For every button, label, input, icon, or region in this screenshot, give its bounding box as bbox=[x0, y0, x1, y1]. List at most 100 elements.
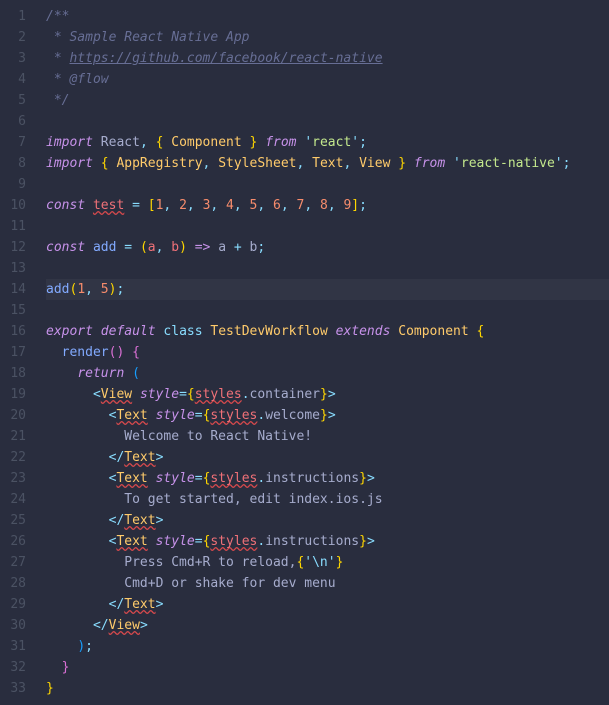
code-line[interactable] bbox=[46, 216, 609, 237]
code-token: > bbox=[367, 471, 375, 486]
code-token: style bbox=[140, 387, 179, 402]
code-token bbox=[148, 408, 156, 423]
code-token bbox=[187, 240, 195, 255]
code-line[interactable]: const add = (a, b) => a + b; bbox=[46, 237, 609, 258]
code-token: StyleSheet bbox=[218, 156, 296, 171]
code-token: Press Cmd+R to reload, bbox=[46, 555, 296, 570]
line-number: 7 bbox=[0, 132, 26, 153]
code-token: /** bbox=[46, 9, 69, 24]
code-token: </ bbox=[93, 618, 109, 633]
code-line[interactable]: <Text style={styles.welcome}> bbox=[46, 405, 609, 426]
code-token: 8 bbox=[320, 198, 328, 213]
code-token: } bbox=[320, 408, 328, 423]
code-area[interactable]: /** * Sample React Native App * https://… bbox=[34, 0, 609, 705]
line-number: 17 bbox=[0, 342, 26, 363]
code-line[interactable]: import React, { Component } from 'react'… bbox=[46, 132, 609, 153]
line-number: 9 bbox=[0, 174, 26, 195]
code-line[interactable]: </Text> bbox=[46, 447, 609, 468]
code-token: + bbox=[234, 240, 242, 255]
code-line[interactable]: export default class TestDevWorkflow ext… bbox=[46, 321, 609, 342]
code-token bbox=[46, 345, 62, 360]
code-token: add bbox=[46, 282, 69, 297]
code-token: ; bbox=[257, 240, 265, 255]
code-token bbox=[257, 135, 265, 150]
code-token: ) bbox=[179, 240, 187, 255]
code-token bbox=[171, 198, 179, 213]
code-token: </ bbox=[109, 597, 125, 612]
code-line[interactable]: <Text style={styles.instructions}> bbox=[46, 531, 609, 552]
code-token bbox=[132, 387, 140, 402]
code-line[interactable]: </Text> bbox=[46, 594, 609, 615]
code-line[interactable]: add(1, 5); bbox=[46, 279, 609, 300]
code-line[interactable]: } bbox=[46, 657, 609, 678]
line-number: 19 bbox=[0, 384, 26, 405]
code-line[interactable]: return ( bbox=[46, 363, 609, 384]
code-token: . bbox=[242, 387, 250, 402]
code-line[interactable]: Welcome to React Native! bbox=[46, 426, 609, 447]
code-token: from bbox=[265, 135, 296, 150]
code-line[interactable]: import { AppRegistry, StyleSheet, Text, … bbox=[46, 153, 609, 174]
code-line[interactable]: To get started, edit index.ios.js bbox=[46, 489, 609, 510]
code-token: const bbox=[46, 198, 85, 213]
code-token: { bbox=[101, 156, 109, 171]
code-line[interactable]: Cmd+D or shake for dev menu bbox=[46, 573, 609, 594]
code-token bbox=[226, 240, 234, 255]
code-token: ' bbox=[351, 135, 359, 150]
code-line[interactable] bbox=[46, 258, 609, 279]
code-line[interactable]: render() { bbox=[46, 342, 609, 363]
code-line[interactable]: <View style={styles.container}> bbox=[46, 384, 609, 405]
code-token: 4 bbox=[226, 198, 234, 213]
code-line[interactable]: Press Cmd+R to reload,{'\n'} bbox=[46, 552, 609, 573]
code-token: https://github.com/facebook/react-native bbox=[69, 51, 382, 66]
code-line[interactable]: const test = [1, 2, 3, 4, 5, 6, 7, 8, 9]… bbox=[46, 195, 609, 216]
code-token: ) bbox=[77, 639, 85, 654]
code-line[interactable]: */ bbox=[46, 90, 609, 111]
code-token bbox=[304, 156, 312, 171]
code-token: ' bbox=[555, 156, 563, 171]
code-line[interactable]: * Sample React Native App bbox=[46, 27, 609, 48]
code-token: */ bbox=[46, 93, 69, 108]
code-token: , bbox=[140, 135, 148, 150]
code-line[interactable] bbox=[46, 111, 609, 132]
code-token: class bbox=[163, 324, 202, 339]
code-token: . bbox=[257, 408, 265, 423]
code-token: return bbox=[77, 366, 124, 381]
code-token: styles bbox=[195, 387, 242, 402]
code-line[interactable]: * @flow bbox=[46, 69, 609, 90]
code-line[interactable]: </Text> bbox=[46, 510, 609, 531]
code-token bbox=[351, 156, 359, 171]
code-editor[interactable]: 1234567891011121314151617181920212223242… bbox=[0, 0, 609, 705]
code-token: TestDevWorkflow bbox=[210, 324, 327, 339]
code-token: a bbox=[218, 240, 226, 255]
code-token bbox=[469, 324, 477, 339]
code-token: b bbox=[171, 240, 179, 255]
code-token: * @flow bbox=[46, 72, 109, 87]
code-token: View bbox=[359, 156, 390, 171]
code-line[interactable]: /** bbox=[46, 6, 609, 27]
code-token: > bbox=[328, 387, 336, 402]
line-number: 18 bbox=[0, 363, 26, 384]
code-token bbox=[312, 198, 320, 213]
code-line[interactable]: ); bbox=[46, 636, 609, 657]
line-number: 27 bbox=[0, 552, 26, 573]
code-line[interactable]: </View> bbox=[46, 615, 609, 636]
code-token: To get started, edit index.ios.js bbox=[46, 492, 383, 507]
code-token bbox=[46, 513, 109, 528]
code-token: ; bbox=[85, 639, 93, 654]
line-number: 31 bbox=[0, 636, 26, 657]
code-token: ; bbox=[116, 282, 124, 297]
code-token: Text bbox=[124, 597, 155, 612]
code-line[interactable]: <Text style={styles.instructions}> bbox=[46, 468, 609, 489]
code-token bbox=[85, 240, 93, 255]
code-token bbox=[46, 450, 109, 465]
code-token bbox=[148, 471, 156, 486]
code-token: } bbox=[62, 660, 70, 675]
code-token: ; bbox=[359, 135, 367, 150]
code-token bbox=[46, 387, 93, 402]
code-token: ( bbox=[132, 366, 140, 381]
code-line[interactable] bbox=[46, 300, 609, 321]
code-token: View bbox=[109, 618, 140, 633]
code-line[interactable]: * https://github.com/facebook/react-nati… bbox=[46, 48, 609, 69]
code-line[interactable] bbox=[46, 174, 609, 195]
code-token: </ bbox=[109, 450, 125, 465]
